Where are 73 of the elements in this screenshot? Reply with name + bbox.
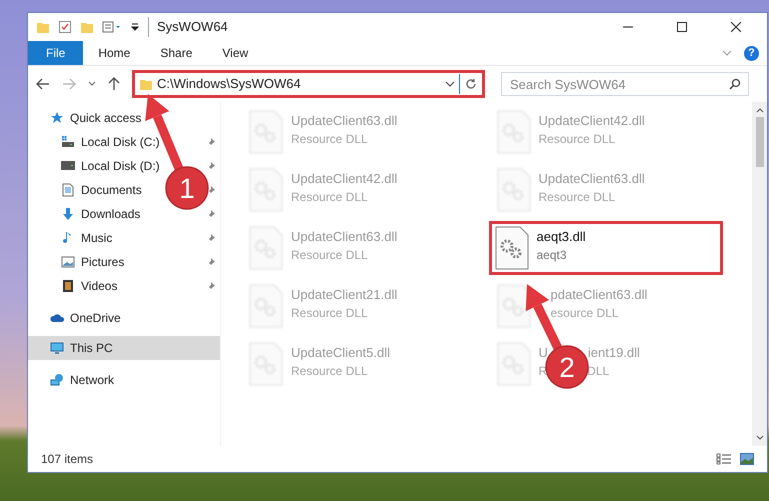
chevron-down-icon[interactable] [445,81,455,87]
file-name: UpdateClient21.dll [291,286,398,304]
film-icon [61,279,75,293]
file-name: UpdateClient63.dll [538,170,645,188]
file-name: UpdateClient42.dll [538,112,645,130]
network-icon [50,373,64,387]
file-type: Resource DLL [291,305,368,322]
file-name: ient19.dll [588,344,640,362]
file-type: Resource DLL [291,131,368,148]
folder-icon [139,77,153,91]
file-type: esource DLL [550,305,619,322]
large-icons-view-icon[interactable] [740,453,754,465]
maximize-icon [677,22,687,32]
file-type: Resource DLL [291,363,368,380]
drive-icon [61,135,75,149]
item-count: 107 items [41,451,94,468]
ribbon-tab[interactable]: Home [83,41,146,65]
sidebar-item[interactable]: Documents [81,181,142,199]
file-type: Resource DLL [291,189,368,206]
sidebar-item[interactable]: OneDrive [70,309,121,327]
minimize-icon [623,26,633,28]
file-type: Resource DLL [538,131,616,148]
refresh-icon[interactable] [465,78,477,90]
file-name: pdateClient63.dll [550,286,648,304]
step-number-badge: 1 [165,166,209,210]
sidebar-item[interactable]: Local Disk (D:) [81,157,160,175]
file-item-highlight[interactable]: aeqt3.dll aeqt3 [492,224,720,272]
checklist-icon[interactable] [58,20,72,34]
picture-icon [61,255,75,269]
sidebar-item[interactable]: Quick access [70,109,142,127]
file-type: DLL [587,363,610,380]
details-view-icon[interactable] [716,453,732,465]
chevron-down-icon[interactable] [88,81,96,87]
monitor-icon [50,341,64,355]
sidebar-item[interactable]: Local Disk (C:) [81,133,160,151]
sidebar-item[interactable]: Pictures [81,253,124,271]
scroll-up-icon[interactable] [756,108,764,113]
file-name: UpdateClient63.dll [291,112,398,130]
dropdown-icon[interactable] [130,22,140,32]
sidebar-item[interactable]: Music [81,229,112,247]
download-arrow-icon [61,207,75,221]
window-title: SysWOW64 [148,17,228,37]
sidebar-item[interactable]: Downloads [81,205,140,223]
up-arrow-icon[interactable] [108,77,120,91]
file-name: U [538,344,548,362]
file-name: UpdateClient42.dll [291,170,398,188]
selected-row-highlight[interactable]: This PC [28,336,220,360]
sidebar-item[interactable]: Videos [81,277,118,295]
sidebar-item[interactable]: This PC [70,339,113,357]
expand-ribbon-icon[interactable] [722,50,732,56]
file-type: Resource DLL [538,189,616,206]
address-bar[interactable]: C:\Windows\SysWOW64 [132,70,485,98]
file-name: UpdateClient5.dll [291,344,390,362]
properties-icon[interactable] [102,20,122,34]
scrollbar-thumb[interactable] [756,117,764,167]
document-icon [61,183,75,197]
file-name: UpdateClient63.dll [291,228,398,246]
search-icon [729,78,741,90]
address-path: C:\Windows\SysWOW64 [157,75,302,94]
ribbon-tab[interactable]: View [207,41,264,65]
help-button[interactable]: ? [744,46,759,60]
back-arrow-icon[interactable] [36,78,50,90]
ribbon-tab[interactable]: File [28,41,84,65]
file-name: aeqt3.dll [536,228,586,246]
file-type: aeqt3 [536,247,567,264]
drive-icon [61,159,75,173]
scroll-down-icon[interactable] [756,435,764,440]
close-icon [731,22,741,32]
file-type: Resource DLL [291,247,368,264]
sidebar-item[interactable]: Network [70,371,114,389]
star-icon [50,111,64,125]
search-field[interactable]: Search SysWOW64 [501,72,749,96]
ribbon-tab[interactable]: Share [145,41,208,65]
